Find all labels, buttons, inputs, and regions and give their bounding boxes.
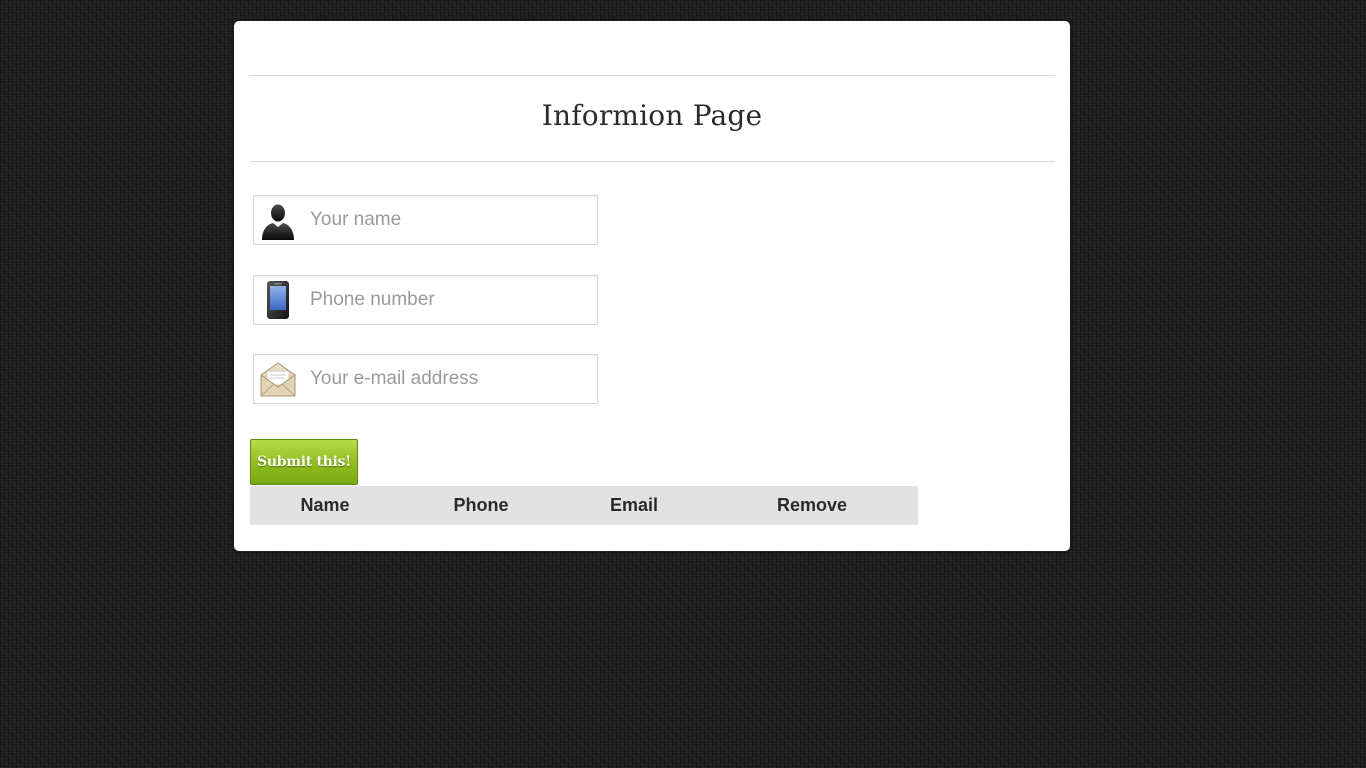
name-field[interactable] (253, 195, 598, 245)
name-input[interactable] (310, 196, 590, 244)
contacts-table: Name Phone Email Remove (250, 486, 918, 525)
top-divider (250, 75, 1055, 76)
submit-button[interactable]: Submit this! (250, 439, 358, 485)
page-title: Informion Page (541, 99, 763, 132)
email-field[interactable] (253, 354, 598, 404)
column-header-remove: Remove (776, 495, 848, 515)
column-header-email: Email (609, 495, 659, 515)
mobile-phone-icon (267, 281, 289, 319)
column-header-name: Name (300, 495, 350, 515)
phone-input[interactable] (310, 276, 590, 324)
envelope-icon (260, 362, 296, 397)
table-header-row: Name Phone Email Remove (250, 486, 918, 525)
user-silhouette-icon (262, 204, 294, 240)
column-header-phone: Phone (453, 495, 509, 515)
bottom-divider (250, 161, 1055, 162)
info-card: Informion Page Your name Phone number Yo… (234, 21, 1070, 551)
phone-field[interactable] (253, 275, 598, 325)
email-input[interactable] (310, 355, 590, 403)
